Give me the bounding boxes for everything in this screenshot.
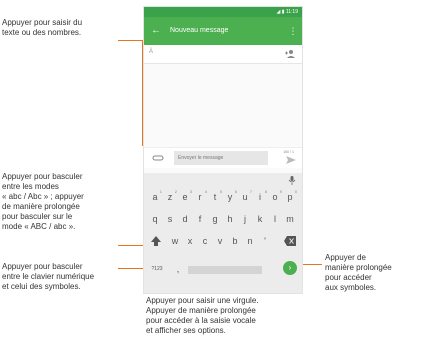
callout-mode-switch: Appuyer pour basculer entre les modes « …: [2, 172, 84, 231]
status-icons: ◢ ▮: [276, 9, 285, 15]
key-j[interactable]: j: [238, 211, 252, 227]
key-hint: 9: [279, 189, 282, 194]
phone-screen: ◢ ▮ 11:19 ← Nouveau message ⋮ À Envoyer …: [143, 6, 303, 294]
key-m[interactable]: m: [283, 211, 297, 227]
key-l[interactable]: l: [268, 211, 282, 227]
message-input[interactable]: Envoyer le message: [174, 151, 268, 165]
comma-key[interactable]: ,: [171, 261, 185, 277]
keyboard-row-4: ?123 , ›: [144, 261, 302, 279]
key-x[interactable]: x: [183, 233, 197, 249]
key-hint: 5: [219, 189, 222, 194]
recipient-field[interactable]: À: [144, 45, 302, 64]
key-u[interactable]: u7: [238, 189, 252, 205]
status-bar: ◢ ▮ 11:19: [144, 7, 302, 17]
add-contact-icon[interactable]: [284, 48, 296, 60]
key-hint: 2: [174, 189, 177, 194]
key-p[interactable]: p0: [283, 189, 297, 205]
composer-bar: Envoyer le message 160 / 1: [144, 147, 302, 168]
callout-comma: Appuyer pour saisir une virgule. Appuyer…: [146, 296, 259, 335]
callout-keyboard-switch: Appuyer pour basculer entre le clavier n…: [2, 262, 95, 291]
key-t[interactable]: t5: [208, 189, 222, 205]
back-arrow-icon[interactable]: ←: [149, 24, 163, 38]
message-body-area[interactable]: [144, 64, 302, 144]
keyboard-row-3: w x c v b n ': [144, 233, 302, 251]
status-time: 11:19: [285, 9, 298, 15]
key-b[interactable]: b: [228, 233, 242, 249]
overflow-menu-icon[interactable]: ⋮: [288, 24, 298, 38]
character-counter: 160 / 1: [283, 150, 294, 154]
key-hint: 6: [234, 189, 237, 194]
key-i[interactable]: i8: [253, 189, 267, 205]
keyboard-row-1: a1z2e3r4t5y6u7i8o9p0: [144, 189, 302, 207]
key-n[interactable]: n: [243, 233, 257, 249]
shift-icon[interactable]: [150, 233, 162, 249]
key-a[interactable]: a1: [148, 189, 162, 205]
key-s[interactable]: s: [163, 211, 177, 227]
send-icon[interactable]: [286, 156, 296, 164]
callout-symbols: Appuyer de manière prolongée pour accéde…: [325, 253, 392, 292]
key-z[interactable]: z2: [163, 189, 177, 205]
symbols-key[interactable]: ?123: [148, 261, 166, 277]
enter-icon[interactable]: ›: [283, 261, 297, 275]
key-hint: 7: [249, 189, 252, 194]
key-hint: 4: [204, 189, 207, 194]
key-y[interactable]: y6: [223, 189, 237, 205]
key-v[interactable]: v: [213, 233, 227, 249]
space-key[interactable]: [188, 266, 262, 274]
key-hint: 1: [159, 189, 162, 194]
key-hint: 3: [189, 189, 192, 194]
key-q[interactable]: q: [148, 211, 162, 227]
key-k[interactable]: k: [253, 211, 267, 227]
attach-icon[interactable]: [152, 153, 164, 163]
key-g[interactable]: g: [208, 211, 222, 227]
key-apostrophe[interactable]: ': [258, 233, 272, 249]
key-r[interactable]: r4: [193, 189, 208, 205]
callout-input-text: Appuyer pour saisir du texte ou des nomb…: [2, 18, 83, 37]
key-hint: 8: [264, 189, 267, 194]
app-bar: ← Nouveau message ⋮: [144, 17, 302, 45]
key-w[interactable]: w: [168, 233, 182, 249]
key-h[interactable]: h: [223, 211, 237, 227]
keyboard-row-2: qsdfghjklm: [144, 211, 302, 229]
key-hint: 0: [294, 189, 297, 194]
page-title: Nouveau message: [170, 27, 229, 34]
key-e[interactable]: e3: [178, 189, 192, 205]
keyboard: a1z2e3r4t5y6u7i8o9p0 qsdfghjklm w x c v b n ' …: [144, 173, 302, 293]
key-c[interactable]: c: [198, 233, 212, 249]
leader-input-text: [118, 40, 144, 41]
key-o[interactable]: o9: [268, 189, 282, 205]
recipient-label: À: [149, 49, 154, 55]
key-f[interactable]: f: [193, 211, 207, 227]
key-d[interactable]: d: [178, 211, 192, 227]
backspace-icon[interactable]: [284, 236, 296, 246]
